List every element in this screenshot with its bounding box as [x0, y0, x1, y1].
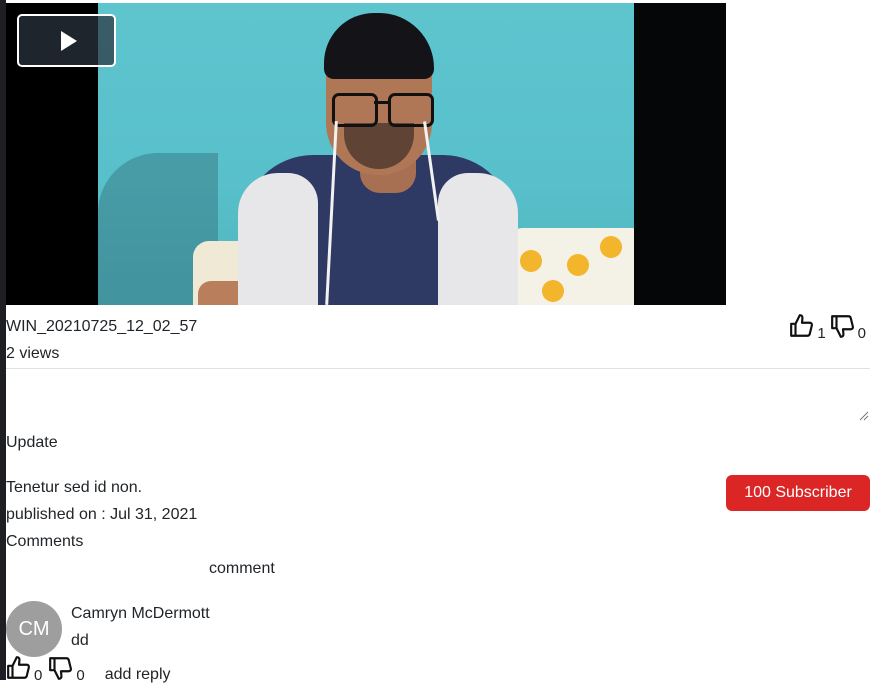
person-hair	[324, 13, 434, 79]
update-button[interactable]: Update	[6, 434, 58, 452]
add-reply-link[interactable]: add reply	[105, 666, 171, 684]
video-title: WIN_20210725_12_02_57	[6, 318, 198, 335]
flower-pattern	[542, 280, 564, 302]
glasses-bridge	[374, 101, 388, 104]
play-button[interactable]	[17, 14, 116, 67]
video-description: Tenetur sed id non.	[6, 479, 143, 496]
thumbs-down-icon[interactable]	[830, 313, 856, 339]
pillow	[512, 228, 634, 305]
glasses	[332, 93, 378, 127]
comment-dislike-count: 0	[76, 667, 85, 684]
comment-input-label[interactable]: comment	[209, 560, 275, 578]
view-count: 2 views	[6, 345, 60, 362]
resize-handle-icon[interactable]	[857, 409, 869, 421]
comment-like-count: 0	[34, 667, 43, 684]
flower-pattern	[567, 254, 589, 276]
comment-author: Camryn McDermott	[71, 605, 210, 622]
shirt-sleeve	[238, 173, 318, 305]
thumbs-down-icon[interactable]	[48, 655, 74, 681]
video-reactions: 1 0	[789, 313, 870, 342]
thumbs-up-icon[interactable]	[6, 655, 32, 681]
dislike-count: 0	[857, 325, 866, 342]
published-date: published on : Jul 31, 2021	[6, 506, 198, 523]
like-count: 1	[817, 325, 826, 342]
video-letterbox	[634, 3, 726, 305]
flower-pattern	[600, 236, 622, 258]
video-frame	[98, 3, 634, 305]
comments-heading: Comments	[6, 533, 84, 550]
play-icon	[60, 30, 77, 51]
shirt-sleeve	[438, 173, 518, 305]
comment-actions: 0 0 add reply	[6, 655, 171, 684]
subscribe-button[interactable]: 100 Subscriber	[726, 475, 870, 511]
comment-text: dd	[71, 632, 89, 649]
glasses	[388, 93, 434, 127]
video-player[interactable]	[6, 3, 726, 305]
description-textarea[interactable]	[6, 369, 870, 423]
avatar: CM	[6, 601, 62, 657]
flower-pattern	[520, 250, 542, 272]
thumbs-up-icon[interactable]	[789, 313, 815, 339]
